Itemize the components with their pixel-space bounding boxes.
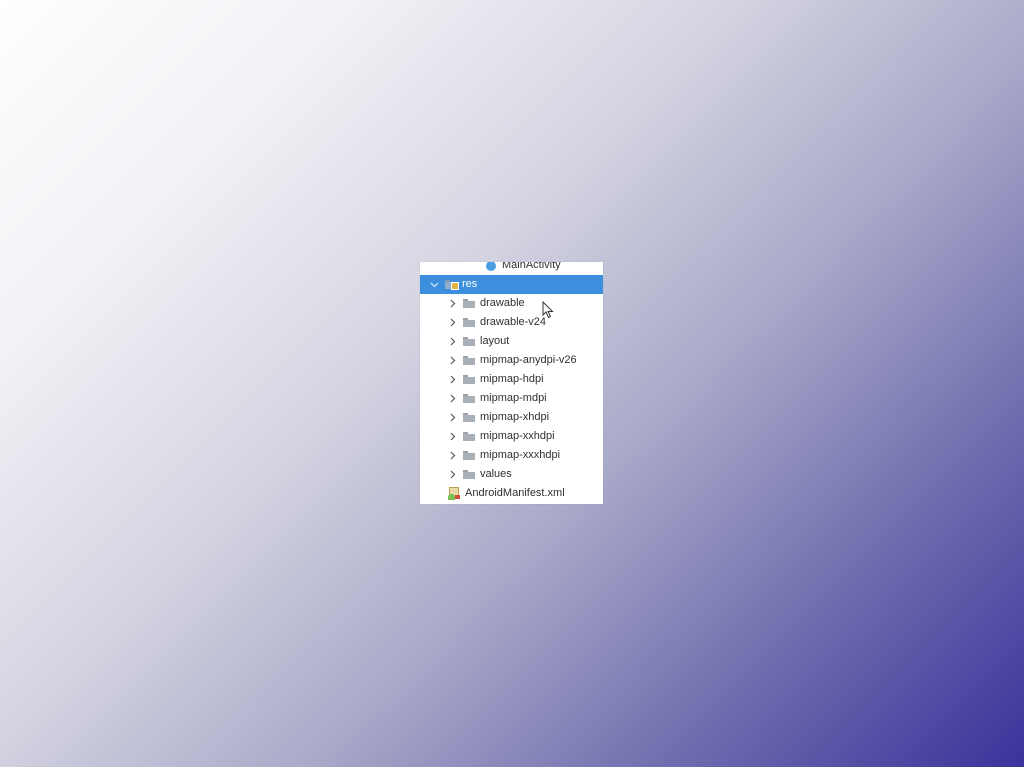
chevron-right-icon[interactable] bbox=[447, 356, 457, 366]
folder-icon bbox=[463, 432, 475, 441]
tree-item-mipmap-anydpi-v26[interactable]: mipmap-anydpi-v26 bbox=[420, 351, 603, 370]
chevron-right-icon[interactable] bbox=[447, 394, 457, 404]
tree-item-drawable-v24[interactable]: drawable-v24 bbox=[420, 313, 603, 332]
chevron-right-icon[interactable] bbox=[447, 299, 457, 309]
tree-item-mipmap-hdpi[interactable]: mipmap-hdpi bbox=[420, 370, 603, 389]
tree-item-androidmanifest[interactable]: AndroidManifest.xml bbox=[420, 484, 603, 503]
folder-icon bbox=[463, 356, 475, 365]
tree-item-label: drawable bbox=[480, 297, 525, 309]
tree-item-label: mipmap-hdpi bbox=[480, 373, 544, 385]
chevron-right-icon[interactable] bbox=[447, 375, 457, 385]
manifest-file-icon bbox=[448, 487, 460, 500]
tree-item-layout[interactable]: layout bbox=[420, 332, 603, 351]
folder-icon bbox=[463, 375, 475, 384]
project-tree-panel: MainActivity res drawable drawable-v24 l… bbox=[420, 262, 603, 504]
tree-item-label: layout bbox=[480, 335, 510, 347]
tree-item-label: drawable-v24 bbox=[480, 316, 547, 328]
tree-item-label: res bbox=[462, 278, 478, 290]
tree-item-label: values bbox=[480, 468, 512, 480]
tree-item-label: mipmap-xxhdpi bbox=[480, 430, 555, 442]
chevron-right-icon[interactable] bbox=[447, 451, 457, 461]
chevron-right-icon[interactable] bbox=[447, 413, 457, 423]
folder-icon bbox=[463, 299, 475, 308]
tree-item-label: mipmap-anydpi-v26 bbox=[480, 354, 577, 366]
tree-item-mipmap-xxxhdpi[interactable]: mipmap-xxxhdpi bbox=[420, 446, 603, 465]
tree-item-mainactivity[interactable]: MainActivity bbox=[420, 262, 603, 275]
class-icon bbox=[486, 262, 496, 271]
folder-icon bbox=[463, 337, 475, 346]
chevron-right-icon[interactable] bbox=[447, 432, 457, 442]
tree-item-drawable[interactable]: drawable bbox=[420, 294, 603, 313]
chevron-right-icon[interactable] bbox=[447, 337, 457, 347]
mouse-pointer-icon bbox=[542, 301, 554, 319]
tree-item-label: MainActivity bbox=[502, 262, 561, 271]
folder-icon bbox=[463, 413, 475, 422]
folder-icon bbox=[463, 451, 475, 460]
resource-folder-icon bbox=[445, 280, 459, 290]
tree-item-res[interactable]: res bbox=[420, 275, 603, 294]
folder-icon bbox=[463, 318, 475, 327]
folder-icon bbox=[463, 394, 475, 403]
tree-item-label: mipmap-xxxhdpi bbox=[480, 449, 561, 461]
tree-item-values[interactable]: values bbox=[420, 465, 603, 484]
folder-icon bbox=[463, 470, 475, 479]
tree-item-mipmap-xxhdpi[interactable]: mipmap-xxhdpi bbox=[420, 427, 603, 446]
tree-item-mipmap-mdpi[interactable]: mipmap-mdpi bbox=[420, 389, 603, 408]
chevron-right-icon[interactable] bbox=[447, 470, 457, 480]
chevron-down-icon[interactable] bbox=[429, 280, 439, 290]
tree-item-mipmap-xhdpi[interactable]: mipmap-xhdpi bbox=[420, 408, 603, 427]
tree-item-label: mipmap-mdpi bbox=[480, 392, 547, 404]
tree-item-label: mipmap-xhdpi bbox=[480, 411, 550, 423]
tree-item-label: AndroidManifest.xml bbox=[465, 487, 565, 499]
chevron-right-icon[interactable] bbox=[447, 318, 457, 328]
